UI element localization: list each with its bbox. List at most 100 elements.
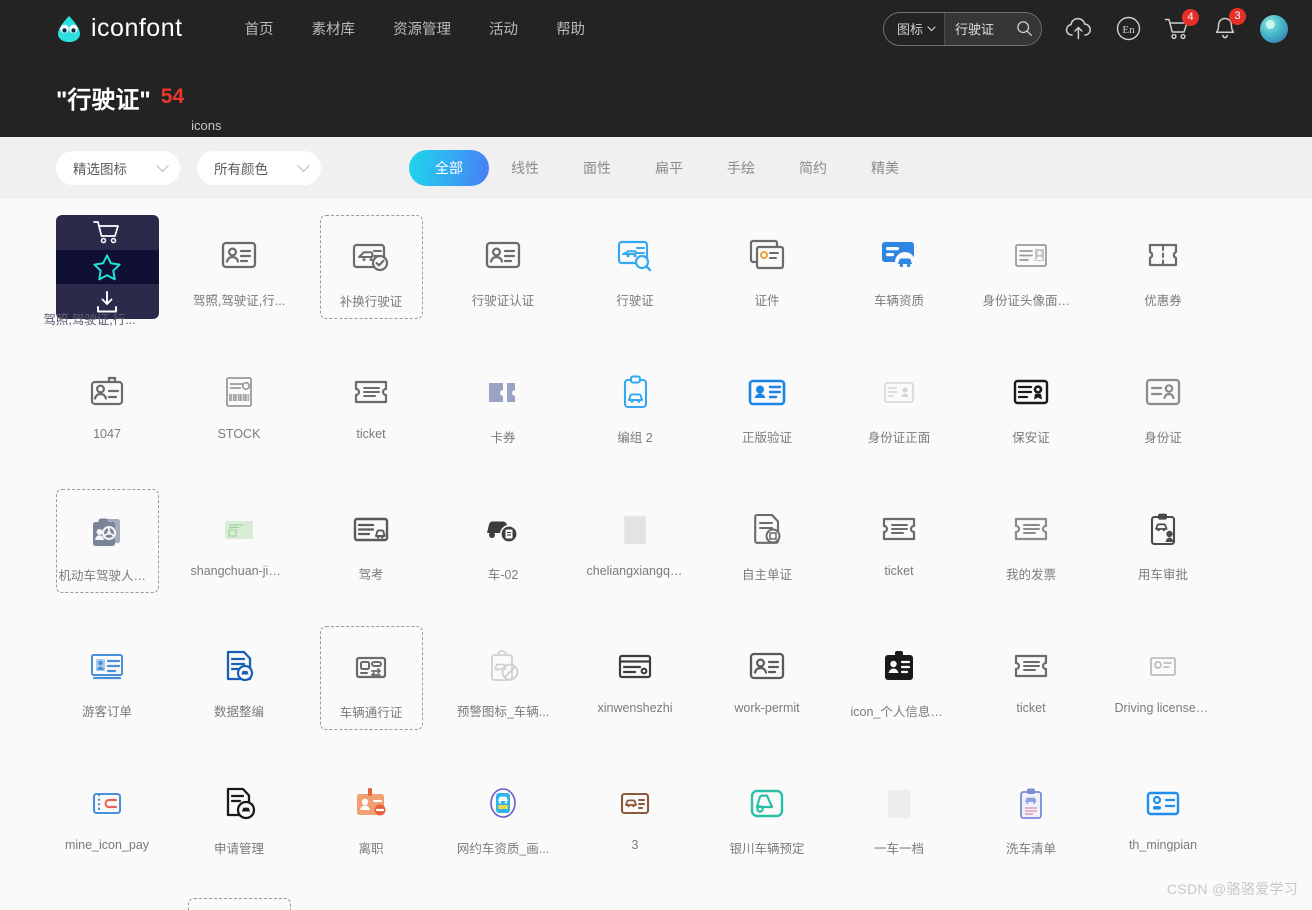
search-submit-button[interactable] <box>1007 12 1041 45</box>
icon-card[interactable]: 身份证头像面上传 <box>965 215 1097 350</box>
icon-card-body[interactable]: icon_个人信息设... <box>848 626 951 730</box>
icon-card[interactable]: 网约车资质_画... <box>437 763 569 898</box>
tab-all[interactable]: 全部 <box>409 150 489 186</box>
icon-card-body[interactable]: 行驶证 <box>584 215 687 319</box>
icon-card-body[interactable]: 编组 2 <box>584 352 687 456</box>
icon-card[interactable]: 驾照,驾驶证,行... <box>41 215 173 350</box>
icon-card-body[interactable]: shangchuan-jias... <box>188 489 291 593</box>
icon-card-body[interactable]: Driving license r... <box>1112 626 1215 730</box>
icon-card[interactable]: 身份证 <box>1097 352 1229 487</box>
icon-card-body[interactable] <box>55 215 159 319</box>
tab-flat[interactable]: 扁平 <box>633 158 705 178</box>
icon-card[interactable]: ticket <box>965 626 1097 761</box>
icon-card-body[interactable]: 1047 <box>56 352 159 456</box>
search-type-dropdown[interactable]: 图标 <box>884 13 944 45</box>
icon-card-body[interactable]: 洗车清单 <box>980 763 1083 867</box>
icon-card[interactable]: mine_icon_pay <box>41 763 173 898</box>
brand-logo[interactable]: iconfont <box>56 14 183 43</box>
nav-item-library[interactable]: 素材库 <box>312 18 356 39</box>
icon-card[interactable]: 优惠券 <box>1097 215 1229 350</box>
icon-card[interactable]: 一车一档 <box>833 763 965 898</box>
tab-handdraw[interactable]: 手绘 <box>705 158 777 178</box>
icon-card[interactable]: cheliangxiangqing <box>569 489 701 624</box>
icon-card-body[interactable]: 申请管理 <box>188 763 291 867</box>
icon-card[interactable]: 预警图标_车辆... <box>437 626 569 761</box>
icon-card-partial[interactable] <box>187 898 291 910</box>
icon-card-body[interactable]: 用车审批 <box>1112 489 1215 593</box>
icon-card-body[interactable]: 身份证正面 <box>848 352 951 456</box>
icon-card[interactable]: 车-02 <box>437 489 569 624</box>
icon-card-body[interactable]: 自主单证 <box>716 489 819 593</box>
icon-card-body[interactable]: 身份证头像面上传 <box>980 215 1083 319</box>
icon-card[interactable]: 补换行驶证 <box>305 215 437 350</box>
icon-card[interactable]: 自主单证 <box>701 489 833 624</box>
icon-card-body[interactable]: th_mingpian <box>1112 763 1215 867</box>
icon-card-body[interactable]: 身份证 <box>1112 352 1215 456</box>
icon-card-body[interactable]: 保安证 <box>980 352 1083 456</box>
icon-card-body[interactable]: 卡券 <box>452 352 555 456</box>
icon-card[interactable]: 驾照,驾驶证,行... <box>173 215 305 350</box>
avatar[interactable] <box>1260 14 1288 43</box>
icon-card-body[interactable]: 3 <box>584 763 687 867</box>
icon-card-body[interactable]: 网约车资质_画... <box>452 763 555 867</box>
icon-card-body[interactable]: 机动车驾驶人驾... <box>55 489 159 593</box>
nav-item-activity[interactable]: 活动 <box>489 18 518 39</box>
icon-card[interactable]: 身份证正面 <box>833 352 965 487</box>
icon-card-body[interactable]: 车辆通行证 <box>319 626 423 730</box>
nav-item-help[interactable]: 帮助 <box>556 18 585 39</box>
icon-card-body[interactable]: STOCK <box>188 352 291 456</box>
icon-card-body[interactable]: 我的发票 <box>980 489 1083 593</box>
icon-card[interactable]: ticket <box>305 352 437 487</box>
icon-card-body[interactable]: 离职 <box>320 763 423 867</box>
icon-card[interactable]: 数据整编 <box>173 626 305 761</box>
icon-card[interactable]: 游客订单 <box>41 626 173 761</box>
icon-card-body[interactable]: 数据整编 <box>188 626 291 730</box>
icon-card[interactable]: 编组 2 <box>569 352 701 487</box>
icon-card-body[interactable]: ticket <box>848 489 951 593</box>
icon-card-body[interactable]: 车-02 <box>452 489 555 593</box>
icon-card[interactable]: 行驶证 <box>569 215 701 350</box>
icon-card-body[interactable]: 车辆资质 <box>848 215 951 319</box>
icon-card[interactable]: xinwenshezhi <box>569 626 701 761</box>
icon-card[interactable]: th_mingpian <box>1097 763 1229 898</box>
nav-item-home[interactable]: 首页 <box>245 18 274 39</box>
icon-card-body[interactable]: work-permit <box>716 626 819 730</box>
icon-card[interactable]: 银川车辆预定 <box>701 763 833 898</box>
upload-button[interactable] <box>1065 16 1093 42</box>
icon-card-body[interactable]: 银川车辆预定 <box>716 763 819 867</box>
icon-card-body[interactable]: 游客订单 <box>56 626 159 730</box>
icon-card[interactable]: 申请管理 <box>173 763 305 898</box>
icon-card-body[interactable]: xinwenshezhi <box>584 626 687 730</box>
download-action[interactable] <box>56 284 159 319</box>
tab-linear[interactable]: 线性 <box>489 158 561 178</box>
icon-card-body[interactable]: 优惠券 <box>1112 215 1215 319</box>
tab-filled[interactable]: 面性 <box>561 158 633 178</box>
icon-card[interactable]: 卡券 <box>437 352 569 487</box>
icon-card-body[interactable]: cheliangxiangqing <box>584 489 687 593</box>
icon-card[interactable]: icon_个人信息设... <box>833 626 965 761</box>
icon-card[interactable]: 1047 <box>41 352 173 487</box>
icon-card-body[interactable]: mine_icon_pay <box>56 763 159 867</box>
icon-card[interactable]: 用车审批 <box>1097 489 1229 624</box>
icon-card[interactable]: 我的发票 <box>965 489 1097 624</box>
icon-card-body[interactable]: ticket <box>980 626 1083 730</box>
icon-card[interactable]: 车辆通行证 <box>305 626 437 761</box>
icon-card[interactable]: 保安证 <box>965 352 1097 487</box>
icon-card-body[interactable]: 预警图标_车辆... <box>452 626 555 730</box>
icon-card[interactable]: 证件 <box>701 215 833 350</box>
icon-card-body[interactable]: 驾照,驾驶证,行... <box>188 215 291 319</box>
icon-card[interactable]: 驾考 <box>305 489 437 624</box>
icon-card[interactable]: 离职 <box>305 763 437 898</box>
icon-card[interactable]: 机动车驾驶人驾... <box>41 489 173 624</box>
notifications-button[interactable]: 3 <box>1213 8 1246 41</box>
icon-card[interactable]: Driving license r... <box>1097 626 1229 761</box>
icon-card[interactable]: 正版验证 <box>701 352 833 487</box>
icon-card-body[interactable]: 驾考 <box>320 489 423 593</box>
icon-card[interactable]: 行驶证认证 <box>437 215 569 350</box>
featured-icons-select[interactable]: 精选图标 <box>56 151 180 185</box>
icon-card-body[interactable]: 一车一档 <box>848 763 951 867</box>
icon-card-body[interactable]: ticket <box>320 352 423 456</box>
all-colors-select[interactable]: 所有颜色 <box>197 151 321 185</box>
favorite-action[interactable] <box>55 249 159 285</box>
tab-refined[interactable]: 精美 <box>849 158 921 178</box>
